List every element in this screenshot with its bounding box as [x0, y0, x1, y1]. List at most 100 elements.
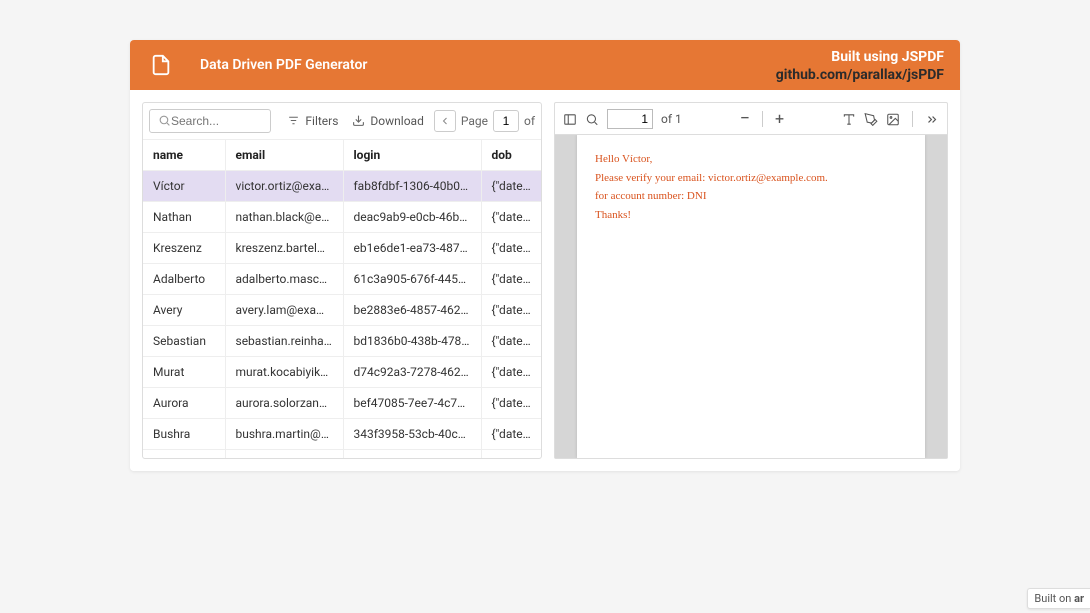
more-tools-icon[interactable]: [925, 112, 939, 126]
cell-login: fab8fdbf-1306-40b0-91...: [343, 171, 481, 202]
app-header: Data Driven PDF Generator Built using JS…: [130, 40, 960, 90]
cell-dob: {"date":"194: [481, 357, 541, 388]
cell-dob: {"date":"196: [481, 450, 541, 459]
search-icon: [158, 114, 171, 128]
cell-email: adalberto.mascare...: [225, 264, 343, 295]
search-box[interactable]: [149, 109, 271, 133]
filters-label: Filters: [305, 114, 338, 128]
cell-email: sebastian.reinhard...: [225, 326, 343, 357]
data-grid-panel: Filters Download Page of: [142, 102, 542, 459]
cell-dob: {"date":"194: [481, 388, 541, 419]
cell-name: Jesus: [143, 450, 225, 459]
table-row[interactable]: Adalberto adalberto.mascare... 61c3a905-…: [143, 264, 541, 295]
cell-login: 61c3a905-676f-4458-b...: [343, 264, 481, 295]
app-container: Data Driven PDF Generator Built using JS…: [130, 40, 960, 471]
table-row[interactable]: Nathan nathan.black@exa... deac9ab9-e0cb…: [143, 202, 541, 233]
document-icon: [150, 54, 172, 76]
panels: Filters Download Page of: [130, 90, 960, 471]
pdf-line-greeting: Hello Víctor,: [595, 151, 907, 169]
table-row[interactable]: Kreszenz kreszenz.bartel@e... eb1e6de1-e…: [143, 233, 541, 264]
built-on-label: Built on: [1034, 592, 1074, 605]
filters-icon: [287, 114, 301, 128]
cell-email: victor.ortiz@exam...: [225, 171, 343, 202]
cell-dob: {"date":"198: [481, 264, 541, 295]
cell-login: d74c92a3-7278-4626-a...: [343, 357, 481, 388]
data-table: name email login dob Víctor victor.ortiz…: [143, 140, 541, 458]
cell-login: be2883e6-4857-462c-8...: [343, 295, 481, 326]
zoom-out-button[interactable]: −: [740, 110, 750, 128]
image-tool-icon[interactable]: [886, 112, 900, 126]
grid-toolbar: Filters Download Page of: [143, 103, 541, 140]
cell-dob: {"date":"19: [481, 326, 541, 357]
page-number-input[interactable]: [493, 110, 519, 132]
cell-name: Adalberto: [143, 264, 225, 295]
cell-name: Avery: [143, 295, 225, 326]
grid-table-wrap: name email login dob Víctor victor.ortiz…: [143, 140, 541, 458]
cell-email: jesus.baker@exam...: [225, 450, 343, 459]
pdf-toolbar: of 1 − +: [555, 103, 947, 135]
table-row[interactable]: Avery avery.lam@exampl... be2883e6-4857-…: [143, 295, 541, 326]
table-row[interactable]: Jesus jesus.baker@exam... 508af6e3-0741-…: [143, 450, 541, 459]
cell-email: bushra.martin@ex...: [225, 419, 343, 450]
download-label: Download: [370, 114, 423, 128]
platform-brand: ar: [1074, 592, 1084, 605]
of-label: of: [524, 114, 535, 128]
cell-name: Víctor: [143, 171, 225, 202]
cell-name: Murat: [143, 357, 225, 388]
col-name[interactable]: name: [143, 140, 225, 171]
repo-link[interactable]: github.com/parallax/jsPDF: [776, 66, 944, 84]
pdf-line-thanks: Thanks!: [595, 207, 907, 225]
download-icon: [352, 114, 366, 128]
table-row[interactable]: Sebastian sebastian.reinhard... bd1836b0…: [143, 326, 541, 357]
sidebar-toggle-icon[interactable]: [563, 112, 577, 126]
cell-login: bef47085-7ee7-4c78-9...: [343, 388, 481, 419]
pdf-body: Hello Víctor, Please verify your email: …: [555, 135, 947, 458]
table-row[interactable]: Bushra bushra.martin@ex... 343f3958-53cb…: [143, 419, 541, 450]
pdf-page: Hello Víctor, Please verify your email: …: [577, 135, 925, 458]
col-dob[interactable]: dob: [481, 140, 541, 171]
cell-dob: {"date":"198: [481, 233, 541, 264]
app-title: Data Driven PDF Generator: [200, 57, 367, 73]
text-tool-icon[interactable]: [842, 112, 856, 126]
page-nav: Page of: [434, 110, 535, 132]
cell-name: Sebastian: [143, 326, 225, 357]
cell-email: aurora.solorzano@...: [225, 388, 343, 419]
col-login[interactable]: login: [343, 140, 481, 171]
table-row[interactable]: Murat murat.kocabiyik@e... d74c92a3-7278…: [143, 357, 541, 388]
cell-email: kreszenz.bartel@e...: [225, 233, 343, 264]
page-label: Page: [461, 114, 488, 128]
header-credits: Built using JSPDF github.com/parallax/js…: [776, 48, 944, 84]
cell-name: Nathan: [143, 202, 225, 233]
table-row[interactable]: Aurora aurora.solorzano@... bef47085-7ee…: [143, 388, 541, 419]
cell-name: Aurora: [143, 388, 225, 419]
download-button[interactable]: Download: [348, 111, 427, 131]
pdf-of-text: of 1: [661, 112, 682, 126]
draw-tool-icon[interactable]: [864, 112, 878, 126]
col-email[interactable]: email: [225, 140, 343, 171]
cell-login: 343f3958-53cb-40cb-8...: [343, 419, 481, 450]
cell-dob: {"date":"196: [481, 419, 541, 450]
cell-login: 508af6e3-0741-4adf-a3...: [343, 450, 481, 459]
filters-button[interactable]: Filters: [283, 111, 342, 131]
prev-page-button[interactable]: [434, 110, 456, 132]
pdf-line-account: for account number: DNI: [595, 188, 907, 206]
cell-dob: {"date":"198: [481, 171, 541, 202]
table-row[interactable]: Víctor victor.ortiz@exam... fab8fdbf-130…: [143, 171, 541, 202]
cell-login: deac9ab9-e0cb-46b1-b...: [343, 202, 481, 233]
find-icon[interactable]: [585, 112, 599, 126]
cell-login: eb1e6de1-ea73-4876-b...: [343, 233, 481, 264]
cell-login: bd1836b0-438b-4788-a...: [343, 326, 481, 357]
cell-email: murat.kocabiyik@e...: [225, 357, 343, 388]
zoom-in-button[interactable]: +: [775, 111, 784, 127]
cell-email: avery.lam@exampl...: [225, 295, 343, 326]
pdf-line-verify: Please verify your email: victor.ortiz@e…: [595, 170, 907, 188]
cell-name: Bushra: [143, 419, 225, 450]
search-input[interactable]: [171, 114, 262, 128]
platform-badge[interactable]: Built on ar: [1027, 588, 1090, 609]
pdf-page-input[interactable]: [607, 109, 653, 129]
cell-dob: {"date":"19: [481, 295, 541, 326]
pdf-viewer-panel: of 1 − +: [554, 102, 948, 459]
cell-name: Kreszenz: [143, 233, 225, 264]
cell-dob: {"date":"196: [481, 202, 541, 233]
cell-email: nathan.black@exa...: [225, 202, 343, 233]
